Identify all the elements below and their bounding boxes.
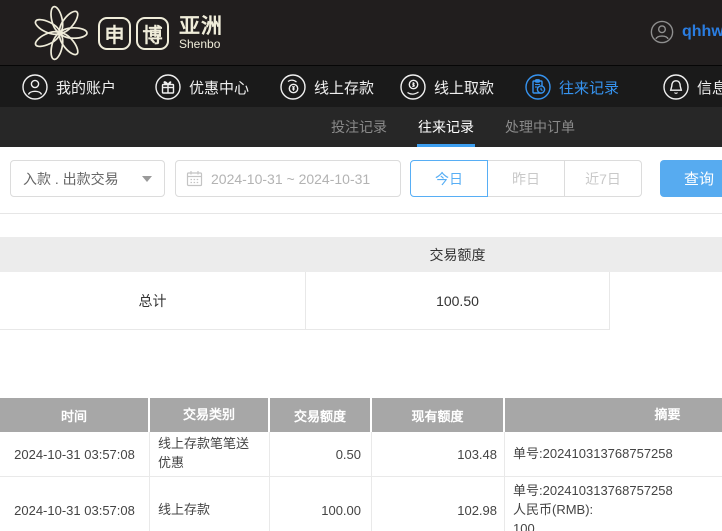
cell-amount: 100.00 bbox=[270, 477, 372, 531]
summary-total-value: 100.50 bbox=[305, 272, 610, 330]
cell-time: 2024-10-31 03:57:08 bbox=[0, 477, 150, 531]
subnav: 投注记录 往来记录 处理中订单 bbox=[0, 107, 722, 147]
transactions-header-row: 时间 交易类别 交易额度 现有额度 摘要 bbox=[0, 398, 722, 432]
brand-logo[interactable]: 申 博 亚洲 Shenbo bbox=[30, 3, 223, 63]
topbar: 申 博 亚洲 Shenbo qhhw2 bbox=[0, 0, 722, 65]
summary-header-row: 交易额度 bbox=[0, 237, 722, 272]
cell-category: 线上存款 bbox=[150, 477, 270, 531]
transaction-type-select[interactable]: 入款 . 出款交易 bbox=[10, 160, 165, 197]
col-header-summary: 摘要 bbox=[505, 398, 722, 432]
brand-text: 亚洲 Shenbo bbox=[179, 16, 223, 51]
quick-date-buttons: 今日 昨日 近7日 bbox=[410, 160, 642, 197]
selected-type: 入款 . 出款交易 bbox=[23, 169, 119, 189]
nav-item-promotions[interactable]: 优惠中心 bbox=[155, 66, 249, 108]
tab-label: 往来记录 bbox=[418, 117, 474, 137]
nav-label: 优惠中心 bbox=[189, 77, 249, 98]
summary-line: 单号:202410313768757258 bbox=[513, 445, 673, 464]
brand-char-shen: 申 bbox=[98, 17, 131, 50]
nav-label: 往来记录 bbox=[559, 77, 619, 98]
quick-button-label: 昨日 bbox=[512, 169, 540, 189]
col-header-amount: 交易额度 bbox=[270, 398, 372, 432]
cell-summary: 单号:202410313768757258 人民币(RMB): 100 bbox=[505, 477, 722, 531]
summary-empty-cell bbox=[610, 272, 722, 330]
tab-label: 处理中订单 bbox=[505, 117, 575, 137]
summary-line: 单号:202410313768757258 bbox=[513, 482, 673, 501]
date-range-value: 2024-10-31 ~ 2024-10-31 bbox=[211, 171, 370, 187]
col-header-category: 交易类别 bbox=[150, 398, 270, 432]
date-range-input[interactable]: 2024-10-31 ~ 2024-10-31 bbox=[175, 160, 401, 197]
summary-total-row: 总计 100.50 bbox=[0, 272, 722, 330]
cell-balance: 102.98 bbox=[372, 477, 505, 531]
yesterday-button[interactable]: 昨日 bbox=[487, 160, 565, 197]
withdraw-icon bbox=[400, 74, 426, 100]
nav-label: 我的账户 bbox=[56, 77, 116, 98]
brand-subtitle: Shenbo bbox=[179, 38, 223, 51]
user-icon bbox=[22, 74, 48, 100]
record-tabs: 投注记录 往来记录 处理中订单 bbox=[330, 107, 605, 147]
summary-total-label: 总计 bbox=[0, 272, 305, 330]
search-button[interactable]: 查询 bbox=[660, 160, 722, 197]
deposit-icon bbox=[280, 74, 306, 100]
summary-header-label: 交易额度 bbox=[305, 237, 610, 272]
col-header-time: 时间 bbox=[0, 398, 150, 432]
today-button[interactable]: 今日 bbox=[410, 160, 488, 197]
quick-button-label: 近7日 bbox=[585, 169, 621, 189]
tab-pending-orders[interactable]: 处理中订单 bbox=[504, 107, 576, 147]
table-row: 2024-10-31 03:57:08 线上存款笔笔送优惠 0.50 103.4… bbox=[0, 432, 722, 477]
nav-item-online-withdrawal[interactable]: 线上取款 bbox=[400, 66, 494, 108]
brand-region: 亚洲 bbox=[179, 16, 223, 38]
nav-item-transaction-records[interactable]: 往来记录 bbox=[525, 66, 619, 108]
quick-button-label: 今日 bbox=[435, 169, 463, 189]
section-divider bbox=[0, 213, 722, 214]
avatar-icon bbox=[650, 20, 674, 44]
nav-label: 线上存款 bbox=[314, 77, 374, 98]
cell-amount: 0.50 bbox=[270, 432, 372, 476]
cell-category: 线上存款笔笔送优惠 bbox=[150, 432, 270, 476]
col-header-balance: 现有额度 bbox=[372, 398, 505, 432]
brand-char-bo: 博 bbox=[136, 17, 169, 50]
cell-time: 2024-10-31 03:57:08 bbox=[0, 432, 150, 476]
user-account[interactable]: qhhw2 bbox=[650, 20, 722, 44]
transactions-table: 时间 交易类别 交易额度 现有额度 摘要 2024-10-31 03:57:08… bbox=[0, 398, 722, 531]
tab-betting-records[interactable]: 投注记录 bbox=[330, 107, 388, 147]
nav-item-messages[interactable]: 信息 bbox=[663, 66, 722, 108]
last7days-button[interactable]: 近7日 bbox=[564, 160, 642, 197]
tab-transaction-records[interactable]: 往来记录 bbox=[417, 107, 475, 147]
transaction-records-page: 申 博 亚洲 Shenbo qhhw2 我的账户 bbox=[0, 0, 722, 531]
table-row: 2024-10-31 03:57:08 线上存款 100.00 102.98 单… bbox=[0, 477, 722, 531]
nav-label: 信息 bbox=[697, 77, 722, 98]
flower-logo-icon bbox=[30, 3, 90, 63]
records-icon bbox=[525, 74, 551, 100]
main-navigation: 我的账户 优惠中心 bbox=[0, 65, 722, 107]
gift-icon bbox=[155, 74, 181, 100]
cell-summary: 单号:202410313768757258 bbox=[505, 432, 722, 476]
chevron-down-icon bbox=[142, 176, 152, 182]
cell-balance: 103.48 bbox=[372, 432, 505, 476]
summary-line: 人民币(RMB): bbox=[513, 501, 673, 520]
nav-label: 线上取款 bbox=[434, 77, 494, 98]
summary-line: 100 bbox=[513, 520, 673, 531]
username[interactable]: qhhw2 bbox=[682, 23, 722, 41]
tab-label: 投注记录 bbox=[331, 117, 387, 137]
bell-icon bbox=[663, 74, 689, 100]
nav-item-my-account[interactable]: 我的账户 bbox=[22, 66, 116, 108]
calendar-icon bbox=[186, 170, 203, 187]
nav-item-online-deposit[interactable]: 线上存款 bbox=[280, 66, 374, 108]
